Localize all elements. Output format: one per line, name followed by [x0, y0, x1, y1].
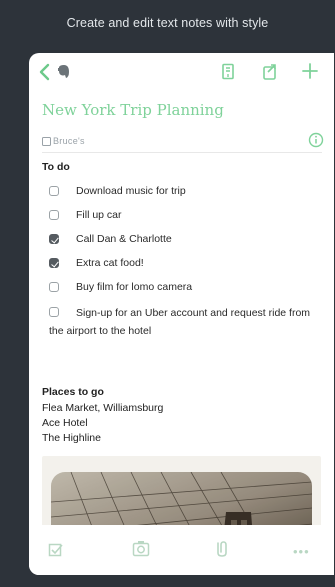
notebook-selector[interactable]: Bruce's	[42, 136, 85, 146]
todo-text: Sign-up for an Uber account and request …	[49, 307, 311, 337]
camera-icon[interactable]	[132, 540, 150, 557]
place-item: The Highline	[42, 432, 101, 444]
notebook-icon	[42, 136, 51, 146]
todo-list: Download music for trip Fill up car Call…	[49, 179, 324, 340]
todo-text: Fill up car	[76, 209, 122, 221]
elephant-icon[interactable]	[56, 64, 72, 80]
more-icon[interactable]: •••	[293, 544, 310, 559]
checkbox[interactable]	[49, 186, 59, 196]
reminder-icon[interactable]	[221, 63, 235, 81]
bottom-toolbar: •••	[29, 525, 334, 575]
place-item: Ace Hotel	[42, 417, 88, 429]
todo-heading: To do	[42, 161, 70, 173]
note-editor: New York Trip Planning Bruce's To do Dow…	[29, 53, 334, 575]
chevron-left-icon[interactable]	[38, 63, 52, 81]
note-toolbar	[29, 53, 334, 93]
checkbox-icon[interactable]	[48, 542, 64, 558]
todo-item[interactable]: Buy film for lomo camera	[49, 275, 324, 299]
todo-item[interactable]: Download music for trip	[49, 179, 324, 203]
checkbox[interactable]	[49, 210, 59, 220]
notebook-name: Bruce's	[53, 136, 85, 146]
app-tagline: Create and edit text notes with style	[66, 16, 269, 30]
todo-item[interactable]: Extra cat food!	[49, 251, 324, 275]
todo-text: Call Dan & Charlotte	[76, 233, 172, 245]
note-title[interactable]: New York Trip Planning	[42, 101, 224, 119]
place-item: Flea Market, Williamsburg	[42, 402, 164, 414]
checkbox[interactable]	[49, 282, 59, 292]
checkbox-checked[interactable]	[49, 258, 59, 268]
attachment-icon[interactable]	[215, 540, 229, 558]
checkbox[interactable]	[49, 307, 59, 317]
places-list: Flea Market, Williamsburg Ace Hotel The …	[42, 401, 163, 446]
checkbox-checked[interactable]	[49, 234, 59, 244]
todo-text: Buy film for lomo camera	[76, 281, 193, 293]
todo-item[interactable]: Fill up car	[49, 203, 324, 227]
info-icon[interactable]	[308, 132, 324, 148]
todo-text: Download music for trip	[76, 185, 186, 197]
todo-item[interactable]: Sign-up for an Uber account and request …	[42, 299, 319, 340]
todo-text: Extra cat food!	[76, 257, 144, 269]
plus-icon[interactable]	[301, 62, 319, 80]
places-heading: Places to go	[42, 386, 104, 398]
share-icon[interactable]	[262, 63, 278, 81]
divider	[42, 152, 322, 153]
todo-item[interactable]: Call Dan & Charlotte	[49, 227, 324, 251]
